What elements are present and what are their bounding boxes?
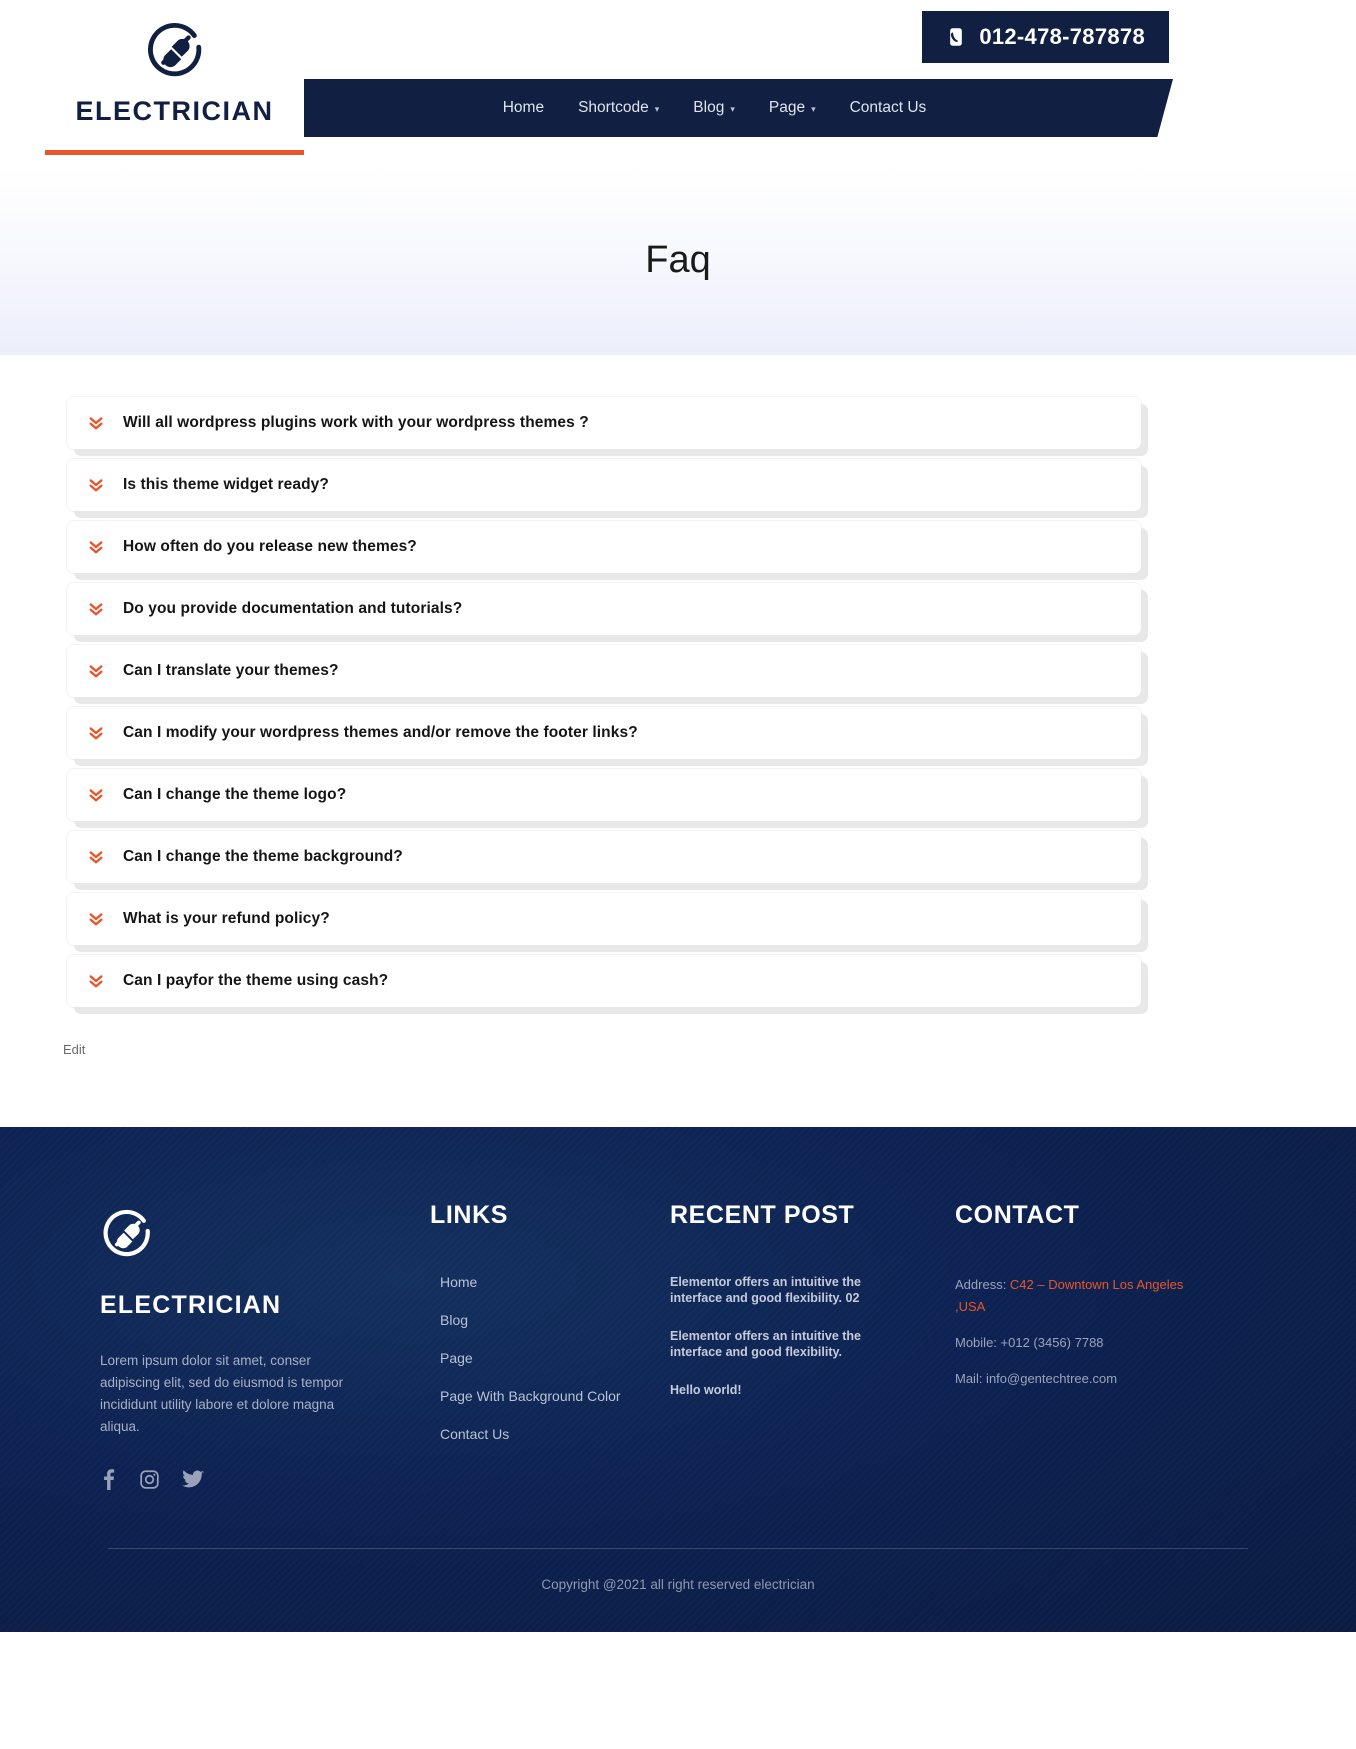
footer-recent-heading: RECENT POST <box>670 1201 855 1229</box>
recent-post-item[interactable]: Hello world! <box>670 1382 915 1398</box>
faq-question: Is this theme widget ready? <box>123 476 329 493</box>
contact-address: Address: C42 – Downtown Los Angeles ,USA <box>955 1274 1205 1318</box>
brand-block[interactable]: ELECTRICIAN <box>45 0 304 155</box>
page-title: Faq <box>645 238 711 281</box>
footer-contact-heading: CONTACT <box>955 1201 1080 1229</box>
faq-question: Can I modify your wordpress themes and/o… <box>123 724 638 741</box>
nav-label: Page <box>768 99 806 116</box>
footer-link-page[interactable]: Page <box>440 1350 670 1366</box>
footer-link-contact-us[interactable]: Contact Us <box>440 1426 670 1442</box>
angle-double-down-icon <box>85 784 107 806</box>
faq-question: Do you provide documentation and tutoria… <box>123 600 463 617</box>
contact-mail: Mail: info@gentechtree.com <box>955 1371 1118 1386</box>
contact-address-label: Address: <box>955 1277 1010 1292</box>
footer-description: Lorem ipsum dolor sit amet, conser adipi… <box>100 1353 344 1434</box>
faq-item[interactable]: How often do you release new themes? <box>67 521 1141 573</box>
nav-list: Home Shortcode ▾ Blog ▾ Page ▾ Contact U… <box>486 99 944 117</box>
main-content: Will all wordpress plugins work with you… <box>0 355 1356 1127</box>
electric-plug-circle-icon <box>100 1209 154 1263</box>
angle-double-down-icon <box>85 722 107 744</box>
footer-links-heading: LINKS <box>430 1201 508 1229</box>
nav-item-page[interactable]: Page ▾ <box>752 99 833 117</box>
footer-links-column: LINKS Home Blog Page Page With Backgroun… <box>430 1187 670 1490</box>
recent-post-item[interactable]: Elementor offers an intuitive the interf… <box>670 1274 915 1306</box>
faq-item[interactable]: Can I modify your wordpress themes and/o… <box>67 707 1141 759</box>
angle-double-down-icon <box>85 660 107 682</box>
nav-label: Home <box>502 99 545 116</box>
angle-double-down-icon <box>85 598 107 620</box>
twitter-icon[interactable] <box>182 1469 204 1489</box>
faq-item[interactable]: Can I payfor the theme using cash? <box>67 955 1141 1007</box>
faq-item[interactable]: Can I change the theme background? <box>67 831 1141 883</box>
nav-label: Shortcode <box>578 99 649 116</box>
nav-label: Contact Us <box>849 99 927 116</box>
footer-link-home[interactable]: Home <box>440 1274 670 1290</box>
footer-link-list: Home Blog Page Page With Background Colo… <box>430 1274 670 1442</box>
faq-item[interactable]: Can I translate your themes? <box>67 645 1141 697</box>
site-footer: ELECTRICIAN Lorem ipsum dolor sit amet, … <box>0 1127 1356 1632</box>
facebook-icon[interactable] <box>100 1468 117 1490</box>
chevron-down-icon: ▾ <box>811 103 816 114</box>
chevron-down-icon: ▾ <box>730 103 735 114</box>
angle-double-down-icon <box>85 536 107 558</box>
footer-link-page-with-background-color[interactable]: Page With Background Color <box>440 1388 670 1404</box>
site-header: ELECTRICIAN 012-478-787878 Home Shortcod… <box>0 0 1356 165</box>
footer-columns: ELECTRICIAN Lorem ipsum dolor sit amet, … <box>88 1187 1268 1490</box>
nav-item-home[interactable]: Home <box>486 99 561 117</box>
nav-item-shortcode[interactable]: Shortcode ▾ <box>561 99 676 117</box>
faq-question: What is your refund policy? <box>123 910 330 927</box>
brand-name: ELECTRICIAN <box>75 96 274 126</box>
faq-question: Will all wordpress plugins work with you… <box>123 414 589 431</box>
faq-item[interactable]: Do you provide documentation and tutoria… <box>67 583 1141 635</box>
footer-contact-column: CONTACT Address: C42 – Downtown Los Ange… <box>955 1187 1245 1490</box>
angle-double-down-icon <box>85 474 107 496</box>
phone-number: 012-478-787878 <box>979 24 1145 49</box>
faq-question: Can I change the theme background? <box>123 848 403 865</box>
main-navigation: Home Shortcode ▾ Blog ▾ Page ▾ Contact U… <box>304 79 1186 141</box>
nav-label: Blog <box>693 99 725 116</box>
faq-question: Can I payfor the theme using cash? <box>123 972 389 989</box>
faq-accordion: Will all wordpress plugins work with you… <box>0 355 1141 1007</box>
faq-item[interactable]: What is your refund policy? <box>67 893 1141 945</box>
phone-icon <box>946 27 966 47</box>
page-banner: Faq <box>0 165 1356 355</box>
chevron-down-icon: ▾ <box>654 103 660 114</box>
angle-double-down-icon <box>85 846 107 868</box>
footer-link-blog[interactable]: Blog <box>440 1312 670 1328</box>
angle-double-down-icon <box>85 970 107 992</box>
social-links <box>100 1468 430 1490</box>
footer-brand-name: ELECTRICIAN <box>100 1291 282 1319</box>
faq-question: Can I change the theme logo? <box>123 786 347 803</box>
faq-item[interactable]: Is this theme widget ready? <box>67 459 1141 511</box>
nav-bar: Home Shortcode ▾ Blog ▾ Page ▾ Contact U… <box>304 79 1173 137</box>
faq-item[interactable]: Will all wordpress plugins work with you… <box>67 397 1141 449</box>
footer-recent-post-column: RECENT POST Elementor offers an intuitiv… <box>670 1187 955 1490</box>
recent-post-item[interactable]: Elementor offers an intuitive the interf… <box>670 1328 915 1360</box>
contact-mobile: Mobile: +012 (3456) 7788 <box>955 1335 1104 1350</box>
copyright-text: Copyright @2021 all right reserved elect… <box>541 1577 815 1592</box>
angle-double-down-icon <box>85 908 107 930</box>
electric-plug-circle-icon <box>144 22 206 84</box>
angle-double-down-icon <box>85 412 107 434</box>
footer-brand-column: ELECTRICIAN Lorem ipsum dolor sit amet, … <box>100 1187 430 1490</box>
phone-button[interactable]: 012-478-787878 <box>922 11 1169 63</box>
faq-question: Can I translate your themes? <box>123 662 339 679</box>
faq-item[interactable]: Can I change the theme logo? <box>67 769 1141 821</box>
nav-item-blog[interactable]: Blog ▾ <box>676 99 752 117</box>
edit-link[interactable]: Edit <box>63 1042 85 1057</box>
faq-question: How often do you release new themes? <box>123 538 417 555</box>
nav-item-contact-us[interactable]: Contact Us <box>833 99 944 117</box>
instagram-icon[interactable] <box>139 1469 160 1490</box>
